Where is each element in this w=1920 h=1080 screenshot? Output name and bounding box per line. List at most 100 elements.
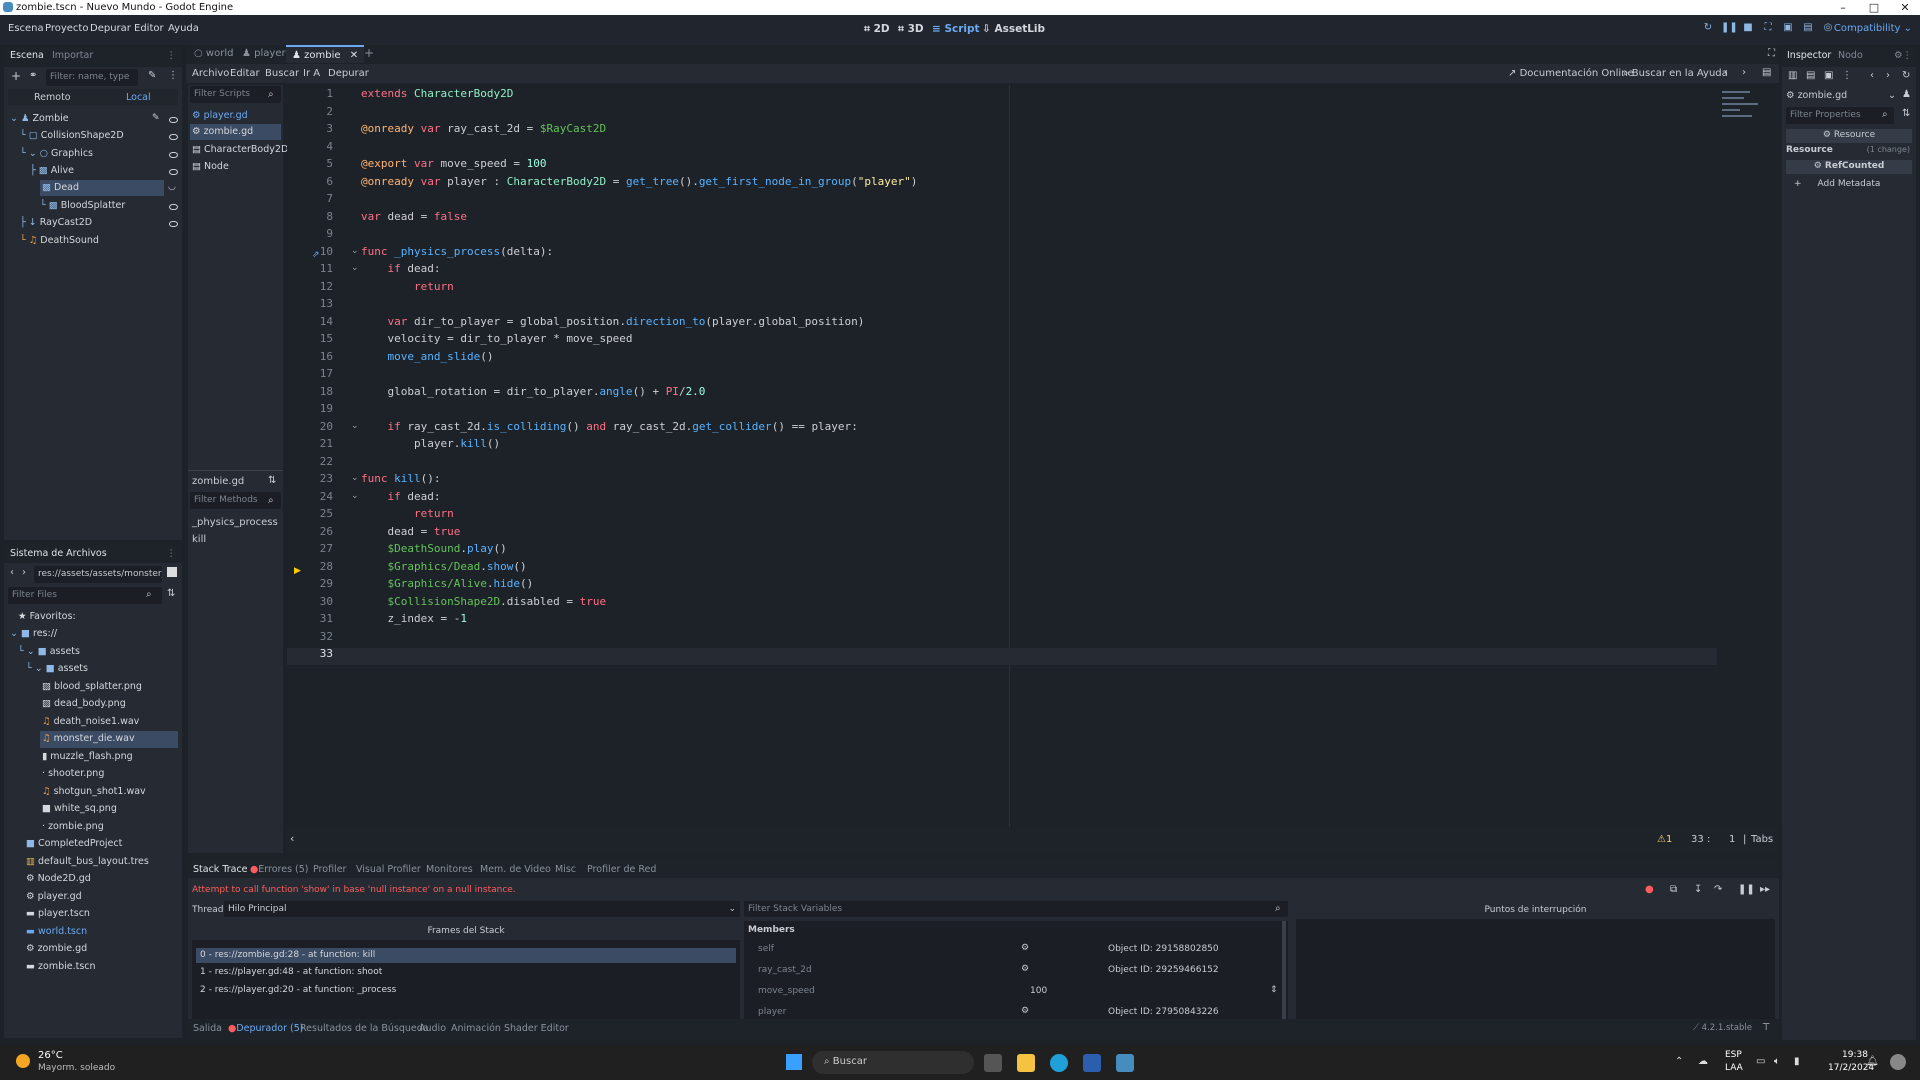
file-item[interactable]: ▨ blood_splatter.png — [42, 681, 142, 692]
menu-ayuda[interactable]: Ayuda — [168, 23, 199, 34]
file-item[interactable]: ▬ zombie.tscn — [26, 961, 96, 972]
method-physics-process[interactable]: _physics_process — [192, 517, 278, 528]
toggle-list-icon[interactable]: ▤ — [1762, 67, 1771, 78]
fold-arrow-icon[interactable]: ⌄ — [351, 421, 359, 431]
folder-assets-sub[interactable]: └ ⌄ ■ assets — [26, 663, 88, 674]
tab-monitors[interactable]: Monitores — [426, 864, 473, 875]
renderer-select[interactable]: Compatibility ⌄ — [1834, 23, 1912, 34]
script-item-characterbody2d[interactable]: ▤ CharacterBody2D — [192, 144, 288, 155]
play-custom-icon[interactable]: ▤ — [1801, 22, 1815, 36]
tab-output[interactable]: Salida — [193, 1023, 222, 1034]
favorites-item[interactable]: ★ Favoritos: — [18, 611, 76, 622]
dock-menu-icon[interactable]: ⚙⋮ — [1894, 50, 1912, 61]
warnings-indicator[interactable]: ⚠1 — [1657, 834, 1672, 845]
connected-signal-icon[interactable]: ⇗ — [312, 250, 320, 260]
task-view-icon[interactable] — [984, 1054, 1002, 1072]
network-icon[interactable]: ▭ — [1756, 1056, 1765, 1067]
play-scene-icon[interactable]: ▣ — [1781, 22, 1795, 36]
file-item[interactable]: · shooter.png — [42, 768, 104, 779]
tab-escena[interactable]: Escena — [10, 50, 44, 61]
start-icon[interactable] — [786, 1054, 802, 1070]
hidden-eye-icon[interactable]: ◡ — [168, 182, 176, 192]
scrollbar[interactable] — [1282, 921, 1286, 1025]
pause-icon[interactable]: ❚❚ — [1721, 22, 1738, 36]
method-kill[interactable]: kill — [192, 534, 206, 545]
tab-inspector[interactable]: Inspector — [1787, 50, 1831, 61]
folder-completedproject[interactable]: ■ CompletedProject — [26, 838, 122, 849]
file-item-selected[interactable]: ♫ monster_die.wav — [40, 731, 178, 748]
fold-arrow-icon[interactable]: ⌄ — [351, 263, 359, 273]
object-properties-icon[interactable]: ♟ — [1902, 89, 1911, 100]
add-metadata-button[interactable]: + Add Metadata — [1786, 177, 1912, 192]
stop-icon[interactable]: ■ — [1741, 22, 1755, 36]
minimap[interactable] — [1720, 87, 1770, 147]
sort-icon[interactable]: ⇅ — [167, 588, 175, 599]
var-value[interactable]: 100 — [1030, 986, 1047, 996]
object-icon[interactable]: ⚙ — [1021, 943, 1029, 953]
menu-proyecto[interactable]: Proyecto — [45, 23, 88, 34]
tab-misc[interactable]: Misc — [555, 864, 576, 875]
minimize-button[interactable]: – — [1828, 0, 1858, 15]
dock-menu-icon[interactable]: ⋮ — [167, 50, 177, 61]
tree-node-graphics[interactable]: └ ⌄ ○ Graphics — [20, 148, 93, 159]
script-item-zombie[interactable]: ⚙ zombie.gd — [190, 124, 281, 140]
weather-temp[interactable]: 26°C — [38, 1050, 63, 1061]
fold-arrow-icon[interactable]: ⌄ — [351, 246, 359, 256]
thread-select[interactable]: Hilo Principal ⌄ — [224, 901, 740, 917]
filesystem-path-input[interactable]: res://assets/assets/monster_di — [34, 566, 162, 583]
resource-section[interactable]: Resource (1 change) — [1786, 145, 1912, 159]
save-resource-icon[interactable]: ▣ — [1824, 70, 1833, 81]
script-attach-icon[interactable]: ✎ — [148, 70, 156, 81]
copy-icon[interactable]: ⧉ — [1670, 884, 1677, 895]
file-item[interactable]: ▮ muzzle_flash.png — [42, 751, 133, 762]
back-icon[interactable]: ‹ — [10, 567, 14, 578]
file-item[interactable]: ⚙ Node2D.gd — [26, 873, 91, 884]
copilot-icon[interactable] — [1890, 1054, 1906, 1070]
remote-debug-icon[interactable]: ↻ — [1701, 22, 1715, 36]
load-resource-icon[interactable]: ▤ — [1806, 70, 1815, 81]
tab-network-profiler[interactable]: Profiler de Red — [587, 864, 656, 875]
workspace-assetlib[interactable]: ⇩ AssetLib — [982, 23, 1045, 35]
visibility-eye-icon[interactable] — [169, 134, 178, 140]
tab-errors[interactable]: ●Errores (5) — [250, 864, 309, 875]
file-item[interactable]: · zombie.png — [42, 821, 104, 832]
tab-zombie[interactable]: ♟ zombie ✕ — [286, 45, 365, 63]
tab-shader-editor[interactable]: Shader Editor — [504, 1023, 569, 1034]
pin-panel-icon[interactable]: ⊤ — [1762, 1022, 1770, 1033]
script-menu-archivo[interactable]: Archivo — [192, 68, 229, 79]
stack-frame-1[interactable]: 1 - res://player.gd:48 - at function: sh… — [200, 967, 382, 977]
file-item-current[interactable]: ▬ world.tscn — [26, 926, 87, 937]
visibility-eye-icon[interactable] — [169, 221, 178, 227]
next-script-icon[interactable]: › — [1742, 67, 1746, 78]
menu-depurar[interactable]: Depurar — [90, 23, 131, 34]
taskbar-search[interactable]: ⌕ Buscar — [812, 1051, 974, 1074]
script-item-player[interactable]: ⚙ player.gd — [192, 110, 248, 121]
history-icon[interactable]: ↻ — [1902, 70, 1910, 81]
notification-bell-icon[interactable]: 🔔︎ — [1866, 1056, 1879, 1067]
workspace-2d[interactable]: ⌗ 2D — [864, 23, 890, 36]
stack-frame-2[interactable]: 2 - res://player.gd:20 - at function: _p… — [200, 985, 396, 995]
collapse-icon[interactable]: ‹ — [290, 832, 294, 845]
folder-res[interactable]: ⌄ ■ res:// — [10, 628, 57, 639]
add-node-icon[interactable]: + — [11, 69, 21, 83]
clock-time[interactable]: 19:38 — [1842, 1050, 1868, 1060]
more-icon[interactable]: ⋮ — [1842, 70, 1852, 81]
tree-node-bloodsplatter[interactable]: └ ▩ BloodSplatter — [40, 200, 125, 211]
tree-node-deathsound[interactable]: └ ♫ DeathSound — [20, 235, 99, 246]
distraction-free-icon[interactable]: ⛶ — [1768, 48, 1775, 59]
tree-node-dead[interactable]: ▩ Dead — [40, 180, 164, 196]
script-menu-depurar[interactable]: Depurar — [328, 68, 369, 79]
filter-properties-input[interactable]: Filter Properties — [1786, 107, 1894, 124]
step-over-icon[interactable]: ↷ — [1714, 884, 1722, 895]
menu-editor[interactable]: Editor — [134, 23, 164, 34]
workspace-3d[interactable]: ⌗ 3D — [898, 23, 924, 36]
tab-profiler[interactable]: Profiler — [313, 864, 346, 875]
new-tab-icon[interactable]: + — [364, 46, 374, 60]
scene-menu-icon[interactable]: ⋮ — [168, 70, 178, 81]
scene-filter-input[interactable]: Filter: name, type — [46, 69, 138, 86]
code-editor[interactable]: 1 2 3 4 5 6 7 8 9 10 11 12 13 14 15 16 17 18 19 20 21 22 23 24 2… — [287, 85, 1779, 827]
break-icon[interactable]: ❚❚ — [1738, 884, 1755, 895]
search-help-link[interactable]: ⌕ Buscar en la Ayuda — [1623, 68, 1728, 79]
visibility-eye-icon[interactable] — [169, 152, 178, 158]
visibility-eye-icon[interactable] — [169, 117, 178, 123]
